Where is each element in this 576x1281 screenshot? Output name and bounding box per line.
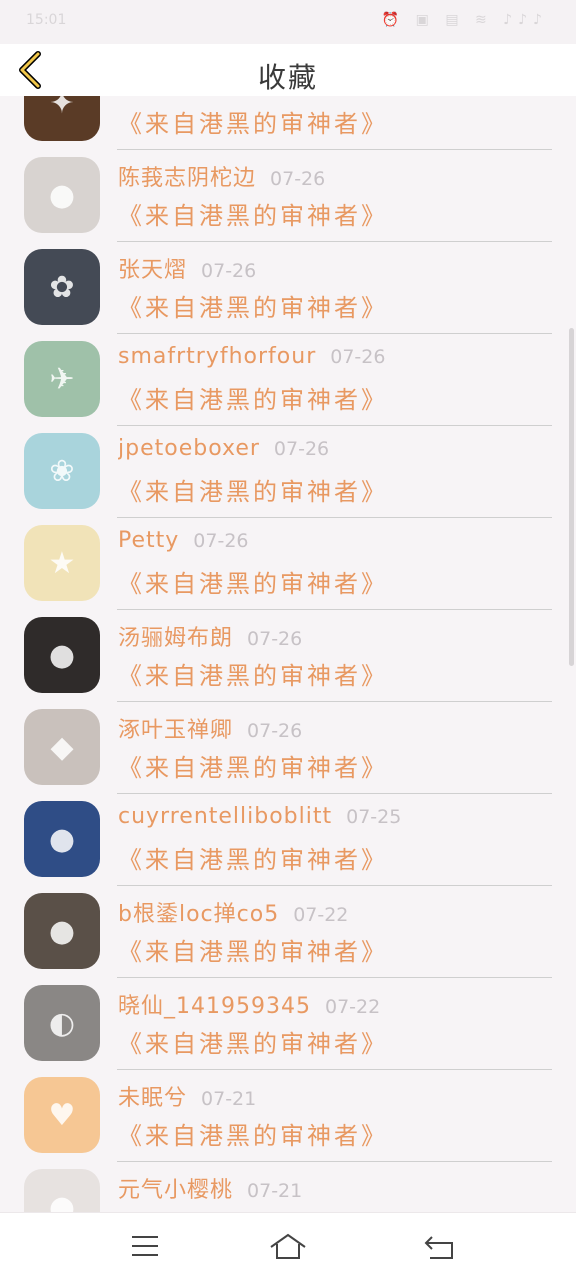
list-item[interactable]: ❀ jpetoeboxer 07-26 《来自港黑的审神者》	[0, 426, 576, 518]
name-line: 张天熠 07-26	[118, 252, 552, 284]
name-line: 涿叶玉禅卿 07-26	[118, 712, 552, 744]
name-line: jpetoeboxer 07-26	[118, 436, 552, 461]
user-name[interactable]: 化虫托依瓜泊冰	[118, 96, 279, 99]
list-item[interactable]: ● 陈莪志阴柁边 07-26 《来自港黑的审神者》	[0, 150, 576, 242]
user-name[interactable]: Petty	[118, 528, 179, 553]
name-line: 晓仙_141959345 07-22	[118, 988, 552, 1020]
user-name[interactable]: 张天熠	[118, 258, 187, 283]
list-item[interactable]: ★ Petty 07-26 《来自港黑的审神者》	[0, 518, 576, 610]
book-title-link[interactable]: 《来自港黑的审神者》	[118, 656, 388, 691]
list-item[interactable]: ✈ smafrtryfhorfour 07-26 《来自港黑的审神者》	[0, 334, 576, 426]
back-icon	[424, 1236, 453, 1259]
book-title-link[interactable]: 《来自港黑的审神者》	[118, 1024, 388, 1059]
header: 收藏	[0, 44, 576, 96]
item-date: 07-26	[247, 628, 303, 650]
list-item[interactable]: ♥ 未眠兮 07-21 《来自港黑的审神者》	[0, 1070, 576, 1162]
user-name[interactable]: 未眠兮	[118, 1086, 187, 1111]
list-item[interactable]: ◐ 晓仙_141959345 07-22 《来自港黑的审神者》	[0, 978, 576, 1070]
user-name[interactable]: 汤骊姆布朗	[118, 626, 233, 651]
name-line: 化虫托依瓜泊冰 07-26	[118, 96, 552, 100]
user-name[interactable]: 元气小樱桃	[118, 1178, 233, 1203]
list-item[interactable]: ●元气小樱桃07-21《来自港黑的审神者》	[0, 1162, 576, 1212]
avatar[interactable]: ✈	[24, 341, 100, 417]
status-time: 15:01	[26, 12, 67, 28]
user-name[interactable]: 涿叶玉禅卿	[118, 718, 233, 743]
item-date: 07-21	[201, 1088, 257, 1110]
avatar[interactable]: ●	[24, 801, 100, 877]
name-line: 汤骊姆布朗 07-26	[118, 620, 552, 652]
avatar[interactable]: ●	[24, 1169, 100, 1212]
list-item[interactable]: ● b根鋈loc掸co5 07-22 《来自港黑的审神者》	[0, 886, 576, 978]
menu-button[interactable]	[125, 1231, 165, 1263]
item-date: 07-26	[293, 96, 348, 98]
book-title-link[interactable]: 《来自港黑的审神者》	[118, 840, 388, 875]
list-item[interactable]: ◆ 涿叶玉禅卿 07-26 《来自港黑的审神者》	[0, 702, 576, 794]
name-line: 陈莪志阴柁边 07-26	[118, 160, 552, 192]
item-date: 07-26	[270, 168, 326, 190]
name-line: Petty 07-26	[118, 528, 552, 553]
scrollbar[interactable]	[569, 328, 574, 666]
list-item[interactable]: ● cuyrrentelliboblitt 07-25 《来自港黑的审神者》	[0, 794, 576, 886]
avatar[interactable]: ♥	[24, 1077, 100, 1153]
item-date: 07-26	[330, 346, 386, 368]
list-item[interactable]: ✿ 张天熠 07-26 《来自港黑的审神者》	[0, 242, 576, 334]
book-title-link[interactable]: 《来自港黑的审神者》	[118, 564, 388, 599]
favorites-list[interactable]: ✦ 化虫托依瓜泊冰 07-26 《来自港黑的审神者》 ● 陈莪志阴柁边 07-26 《来自港黑…	[0, 96, 576, 1212]
page-title: 收藏	[257, 61, 318, 94]
user-name[interactable]: b根鋈loc掸co5	[118, 902, 279, 927]
list-item[interactable]: ✦ 化虫托依瓜泊冰 07-26 《来自港黑的审神者》	[0, 96, 576, 150]
navigation-bar	[0, 1212, 576, 1281]
status-icons: ⏰ ▣ ▤ ≋ ♪♪♪	[381, 12, 548, 28]
user-name[interactable]: cuyrrentelliboblitt	[118, 804, 332, 829]
avatar[interactable]: ●	[24, 157, 100, 233]
book-title-link[interactable]: 《来自港黑的审神者》	[118, 932, 388, 967]
item-date: 07-25	[346, 806, 402, 828]
item-date: 07-26	[247, 720, 303, 742]
user-name[interactable]: smafrtryfhorfour	[118, 344, 316, 369]
book-title-link[interactable]: 《来自港黑的审神者》	[118, 288, 388, 323]
status-bar: 15:01 ⏰ ▣ ▤ ≋ ♪♪♪	[0, 0, 576, 44]
avatar[interactable]: ✦	[24, 96, 100, 141]
user-name[interactable]: 陈莪志阴柁边	[118, 166, 256, 191]
name-line: cuyrrentelliboblitt 07-25	[118, 804, 552, 829]
item-date: 07-26	[273, 438, 330, 460]
home-icon	[270, 1233, 306, 1259]
book-title-link[interactable]: 《来自港黑的审神者》	[118, 104, 388, 139]
item-date: 07-26	[193, 530, 249, 552]
item-date: 07-21	[247, 1180, 303, 1202]
avatar[interactable]: ★	[24, 525, 100, 601]
book-title-link[interactable]: 《来自港黑的审神者》	[118, 380, 388, 415]
avatar[interactable]: ●	[24, 893, 100, 969]
avatar[interactable]: ✿	[24, 249, 100, 325]
name-line: 元气小樱桃 07-21	[118, 1172, 552, 1204]
user-name[interactable]: jpetoeboxer	[118, 436, 260, 461]
name-line: b根鋈loc掸co5 07-22	[118, 896, 552, 928]
item-date: 07-22	[293, 904, 349, 926]
avatar[interactable]: ◐	[24, 985, 100, 1061]
book-title-link[interactable]: 《来自港黑的审神者》	[118, 472, 388, 507]
list-item[interactable]: ● 汤骊姆布朗 07-26 《来自港黑的审神者》	[0, 610, 576, 702]
home-button[interactable]	[268, 1231, 308, 1263]
item-date: 07-26	[201, 260, 257, 282]
book-title-link[interactable]: 《来自港黑的审神者》	[118, 1116, 388, 1151]
name-line: 未眠兮 07-21	[118, 1080, 552, 1112]
avatar[interactable]: ◆	[24, 709, 100, 785]
item-date: 07-22	[324, 996, 381, 1018]
name-line: smafrtryfhorfour 07-26	[118, 344, 552, 369]
avatar[interactable]: ❀	[24, 433, 100, 509]
avatar[interactable]: ●	[24, 617, 100, 693]
book-title-link[interactable]: 《来自港黑的审神者》	[118, 748, 388, 783]
user-name[interactable]: 晓仙_141959345	[118, 994, 311, 1019]
menu-icon	[132, 1236, 158, 1256]
system-back-button[interactable]	[419, 1231, 459, 1263]
book-title-link[interactable]: 《来自港黑的审神者》	[118, 196, 388, 231]
